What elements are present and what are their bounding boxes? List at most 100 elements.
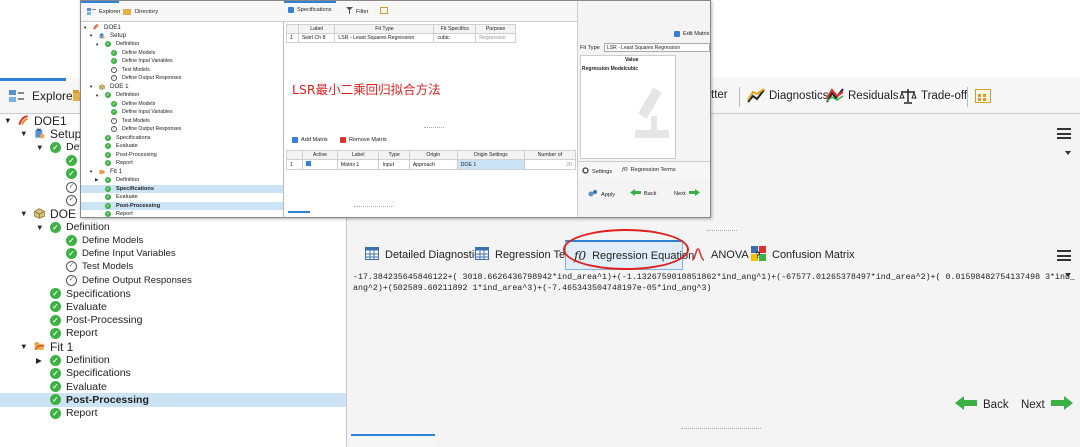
- expand-caret-icon[interactable]: ▼: [89, 84, 94, 89]
- expand-caret-icon[interactable]: ▼: [36, 223, 45, 232]
- tree-item[interactable]: ▼ DOE1: [81, 23, 283, 32]
- tree-item[interactable]: ✓ Evaluate: [81, 142, 283, 151]
- residuals-button[interactable]: Residuals: [826, 88, 899, 104]
- next-button[interactable]: Next: [1021, 396, 1073, 413]
- tree-item[interactable]: ✓ Post-Processing: [81, 201, 283, 210]
- expand-caret-icon[interactable]: ▼: [89, 33, 94, 38]
- cell-number[interactable]: 20: [523, 159, 577, 170]
- tree-item[interactable]: ▼ Setup: [81, 32, 283, 41]
- apply-button[interactable]: Apply: [588, 189, 615, 200]
- tree-item[interactable]: ✓ Post-Processing: [0, 314, 346, 327]
- tree-item[interactable]: ✓ Report: [0, 327, 346, 340]
- setup-icon: [99, 33, 105, 39]
- tree-item[interactable]: ▼ ✓ Definition: [81, 91, 283, 100]
- small-next-button[interactable]: Next: [674, 189, 700, 198]
- tree-item[interactable]: ✓ Define Input Variables: [81, 108, 283, 117]
- cell-label[interactable]: Matrix 1: [336, 159, 380, 170]
- remove-matrix-button[interactable]: Remove Matrix: [340, 137, 387, 143]
- tree-item[interactable]: ✓ Report: [0, 407, 346, 420]
- check-icon: ✓: [105, 211, 111, 217]
- check-icon: ✓: [50, 221, 61, 233]
- edit-matrix-button[interactable]: Edit Matrix: [674, 31, 709, 37]
- bottom-tab[interactable]: [288, 211, 310, 217]
- cell-label[interactable]: Swirl Ch 8: [297, 33, 336, 43]
- add-matrix-button[interactable]: Add Matrix: [292, 137, 328, 143]
- tree-item[interactable]: ✓ Evaluate: [0, 380, 346, 393]
- tree-item[interactable]: ▶ ✓ Definition: [81, 176, 283, 185]
- expand-caret-icon[interactable]: ▼: [36, 143, 45, 152]
- tradeoff-button[interactable]: Trade-off: [899, 88, 967, 104]
- expand-caret-icon[interactable]: ▼: [20, 342, 29, 351]
- tree-item[interactable]: ✓ Define Output Responses: [0, 274, 346, 287]
- expand-caret-icon[interactable]: ▼: [20, 129, 29, 138]
- tree-item[interactable]: ▼ ✓ Definition: [0, 220, 346, 233]
- tree-item[interactable]: ✓ Define Output Responses: [81, 74, 283, 83]
- diagnostics-button[interactable]: Diagnostics: [747, 88, 828, 104]
- tree-item[interactable]: ▼ DOE 1: [81, 83, 283, 92]
- cell-purpose[interactable]: Regression: [475, 33, 516, 43]
- splitter-dots[interactable]: [424, 127, 444, 128]
- cell-fit-type[interactable]: LSR - Least Squares Regression: [334, 33, 435, 43]
- tree-item[interactable]: ✓ Test Models: [81, 66, 283, 75]
- expand-caret-icon[interactable]: ▼: [95, 42, 100, 47]
- tree-item[interactable]: ✓ Specifications: [81, 134, 283, 143]
- tree-item[interactable]: ▼ Fit 1: [0, 340, 346, 354]
- tree-item[interactable]: ✓ Define Models: [81, 49, 283, 58]
- tab-filter[interactable]: Filter: [346, 7, 368, 16]
- table-row[interactable]: 1 Swirl Ch 8 LSR - Least Squares Regress…: [286, 33, 516, 43]
- tree-item[interactable]: ✓ Post-Processing: [0, 393, 346, 407]
- splitter-dots[interactable]: [354, 206, 394, 207]
- tree-item[interactable]: ✓ Evaluate: [0, 300, 346, 313]
- regression-model-value[interactable]: cubic: [625, 66, 638, 72]
- tab-confusion-matrix[interactable]: ? Confusion Matrix: [743, 240, 863, 270]
- tab-specifications[interactable]: Specifications: [288, 7, 332, 13]
- small-back-button[interactable]: Back: [630, 189, 656, 198]
- tab-explorer[interactable]: Explorer: [8, 88, 77, 104]
- tree-item[interactable]: ✓ Test Models: [0, 260, 346, 273]
- expand-caret-icon[interactable]: ▼: [4, 116, 13, 125]
- cell-type[interactable]: Input: [378, 159, 410, 170]
- splitter-dots[interactable]: [707, 230, 737, 231]
- small-tab-directory[interactable]: Directory: [123, 7, 158, 17]
- tree-item[interactable]: ✓ Report: [81, 159, 283, 168]
- tree-item[interactable]: ✓ Specifications: [0, 287, 346, 300]
- bottom-tab[interactable]: [351, 434, 435, 447]
- tree-item[interactable]: ✓ Define Input Variables: [0, 247, 346, 260]
- grid-view-icon[interactable]: [380, 7, 388, 14]
- table-row[interactable]: 1 Matrix 1 Input Approach DOE 1 20: [285, 159, 577, 170]
- cell-origin[interactable]: Approach: [408, 159, 458, 170]
- cell-origin-settings[interactable]: DOE 1: [456, 159, 525, 170]
- tree-item[interactable]: ✓ Specifications: [81, 184, 283, 193]
- tree-item[interactable]: ✓ Test Models: [81, 117, 283, 126]
- expand-caret-icon[interactable]: ▶: [95, 177, 100, 183]
- expand-caret-icon[interactable]: ▼: [95, 93, 100, 98]
- tree-item[interactable]: ▼ Fit 1: [81, 168, 283, 177]
- back-button[interactable]: Back: [955, 396, 1009, 413]
- tree-item[interactable]: ✓ Post-Processing: [81, 151, 283, 160]
- expand-caret-icon[interactable]: ▼: [89, 169, 94, 174]
- tree-item[interactable]: ✓ Evaluate: [81, 193, 283, 202]
- cell-fit-specifics[interactable]: cubic: [433, 33, 477, 43]
- fit-type-select[interactable]: LSR - Least Squares Regression: [604, 43, 710, 52]
- tree-item[interactable]: ✓ Define Input Variables: [81, 57, 283, 66]
- tab-regression-terms-small[interactable]: f0 Regression Terms: [622, 167, 676, 173]
- tradeoff-label: Trade-off: [921, 90, 968, 102]
- small-tab-explorer[interactable]: Explorer: [87, 7, 121, 17]
- grid-view-icon[interactable]: [975, 89, 991, 103]
- expand-caret-icon[interactable]: ▶: [36, 356, 45, 365]
- menu-hamburger-icon[interactable]: [1057, 128, 1071, 160]
- expand-caret-icon[interactable]: ▼: [83, 25, 88, 30]
- tree-item[interactable]: ✓ Report: [81, 210, 283, 217]
- tab-settings[interactable]: Settings: [582, 167, 612, 176]
- tree-item[interactable]: ✓ Define Models: [0, 234, 346, 247]
- tree-item[interactable]: ▶ ✓ Definition: [0, 353, 346, 366]
- tree-item[interactable]: ▼ ✓ Definition: [81, 40, 283, 49]
- tree-item[interactable]: ✓ Specifications: [0, 367, 346, 380]
- tree-item[interactable]: ✓ Define Output Responses: [81, 125, 283, 134]
- active-checkbox[interactable]: [302, 159, 338, 170]
- expand-caret-icon[interactable]: ▼: [20, 209, 29, 218]
- spec-col-fit-type: Fit Type: [334, 24, 435, 34]
- splitter-dots[interactable]: [681, 428, 761, 429]
- tree-item[interactable]: ✓ Define Models: [81, 100, 283, 109]
- scatter-button[interactable]: tter: [711, 89, 728, 101]
